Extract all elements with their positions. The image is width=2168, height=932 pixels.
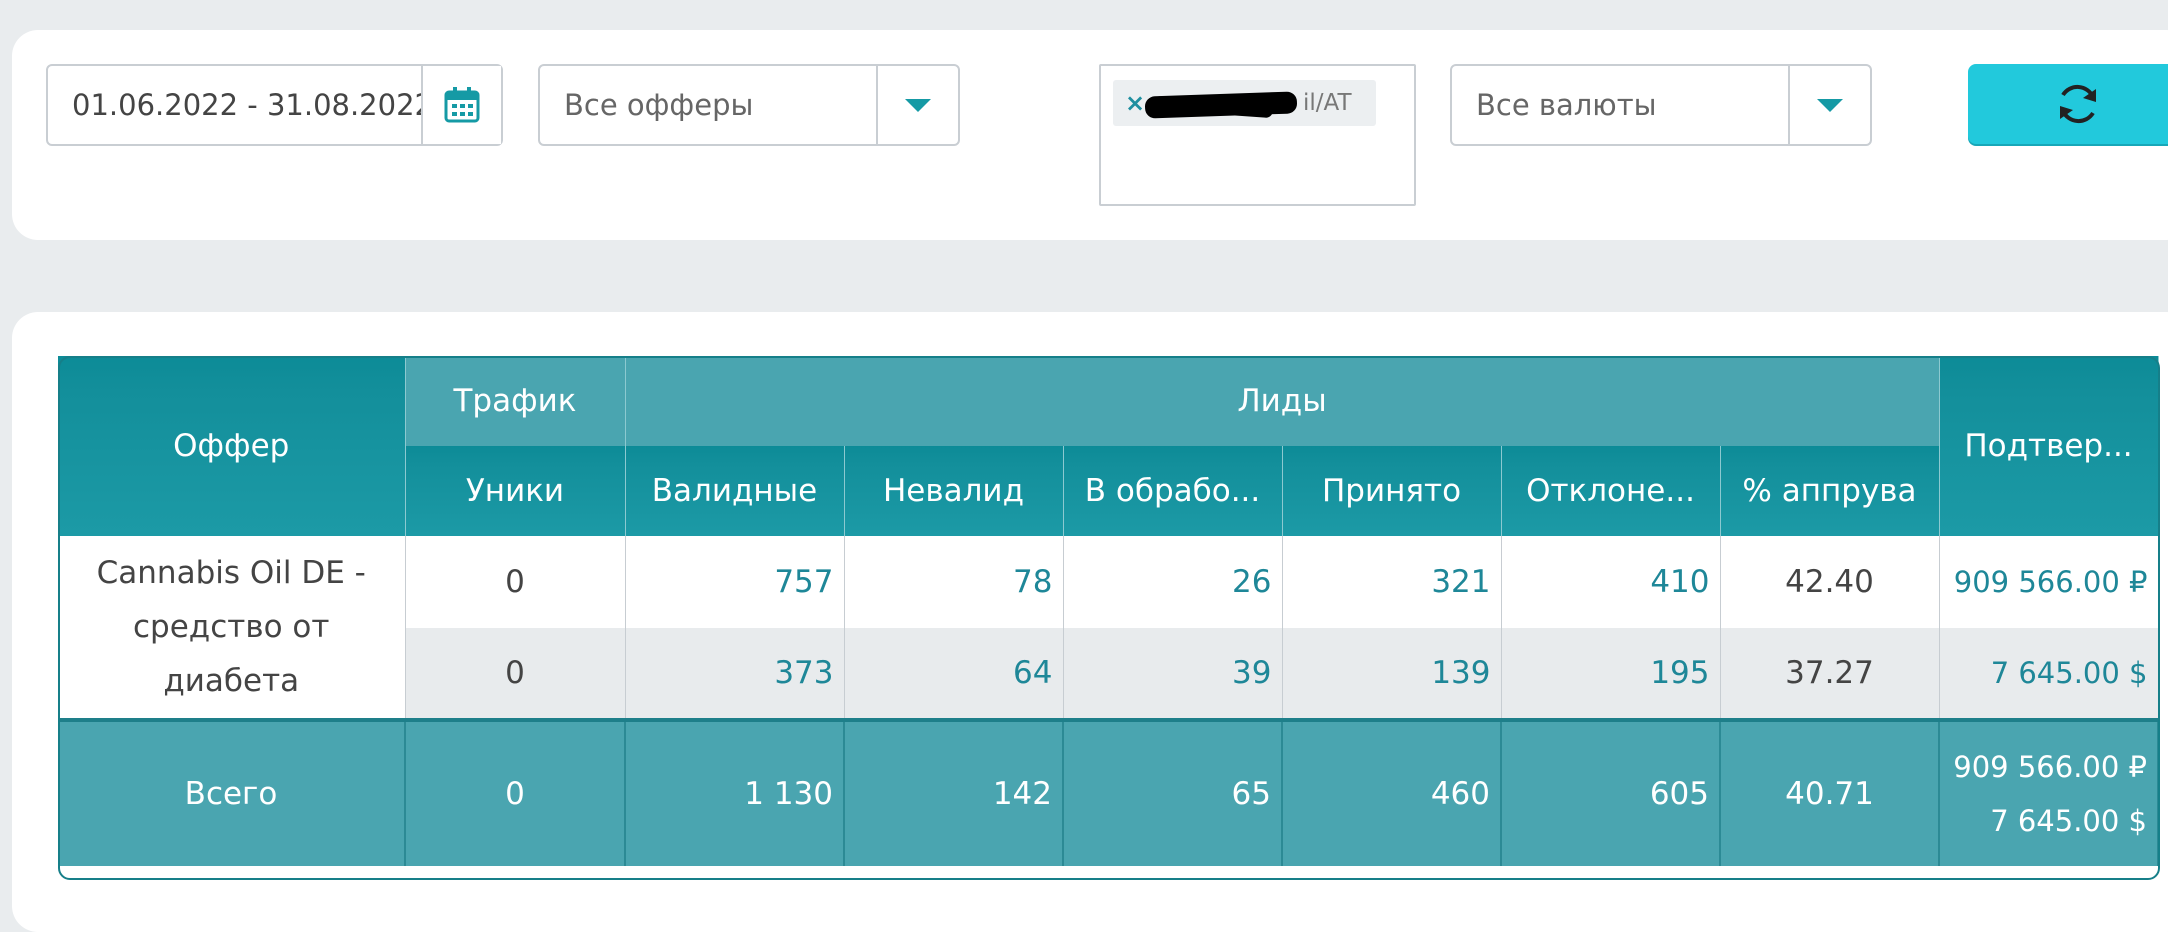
currency-select-value: Все валюты	[1476, 88, 1657, 122]
tag-remove-icon[interactable]: ×	[1125, 89, 1145, 117]
processing-cell[interactable]: 39	[1063, 628, 1283, 720]
currency-select[interactable]: Все валюты	[1450, 64, 1872, 146]
header-accepted[interactable]: Принято	[1282, 446, 1502, 536]
total-uniques: 0	[405, 718, 626, 866]
offer-name-line: Cannabis Oil DE -	[96, 555, 366, 591]
selected-offer-tag: × il/AT	[1113, 80, 1376, 126]
table-row: Cannabis Oil DE - средство от диабета 0 …	[58, 536, 2159, 720]
date-range-value: 01.06.2022 - 31.08.2022	[72, 88, 433, 122]
stats-table: Оффер Трафик Лиды Подтвер... Уники Валид…	[58, 356, 2159, 866]
chevron-down-icon[interactable]	[876, 66, 958, 144]
total-confirmed: 909 566.00 ₽ 7 645.00 $	[1939, 718, 2159, 866]
header-uniques[interactable]: Уники	[405, 446, 626, 536]
uniques-cell: 0	[405, 628, 626, 720]
total-invalid: 142	[844, 718, 1064, 866]
valid-cell[interactable]: 757	[625, 536, 845, 628]
uniques-cell: 0	[405, 536, 626, 628]
calendar-icon[interactable]	[421, 66, 501, 144]
header-group-traffic: Трафик	[405, 356, 626, 446]
chevron-down-icon[interactable]	[1788, 66, 1870, 144]
rejected-cell[interactable]: 195	[1501, 628, 1721, 720]
total-row: Всего 0 1 130 142 65 460 605 40.71 909 5…	[58, 718, 2159, 866]
invalid-cell[interactable]: 64	[844, 628, 1064, 720]
valid-cell[interactable]: 373	[625, 628, 845, 720]
tag-label: il/AT	[1303, 90, 1352, 116]
total-accepted: 460	[1282, 718, 1502, 866]
total-confirmed-rub: 909 566.00 ₽	[1953, 750, 2147, 784]
offers-select-value: Все офферы	[564, 88, 754, 122]
header-valid[interactable]: Валидные	[625, 446, 845, 536]
total-valid: 1 130	[625, 718, 845, 866]
rejected-cell[interactable]: 410	[1501, 536, 1721, 628]
date-range-field[interactable]: 01.06.2022 - 31.08.2022	[46, 64, 503, 146]
total-label: Всего	[58, 718, 406, 866]
accepted-cell[interactable]: 321	[1282, 536, 1502, 628]
approve-pct-cell: 42.40	[1720, 536, 1940, 628]
header-confirmed[interactable]: Подтвер...	[1939, 356, 2159, 536]
header-approve-pct[interactable]: % аппрува	[1720, 446, 1940, 536]
total-confirmed-usd: 7 645.00 $	[1990, 804, 2147, 838]
confirmed-cell[interactable]: 909 566.00 ₽	[1939, 536, 2159, 628]
header-offer[interactable]: Оффер	[58, 356, 406, 536]
total-rejected: 605	[1501, 718, 1721, 866]
header-invalid[interactable]: Невалид	[844, 446, 1064, 536]
refresh-icon	[2060, 84, 2096, 124]
offer-name-cell: Cannabis Oil DE - средство от диабета	[58, 536, 406, 720]
confirmed-cell[interactable]: 7 645.00 $	[1939, 628, 2159, 720]
offer-name-line: средство от диабета	[133, 609, 330, 699]
processing-cell[interactable]: 26	[1063, 536, 1283, 628]
total-processing: 65	[1063, 718, 1283, 866]
offer-tag-input[interactable]: × il/AT	[1099, 64, 1416, 206]
header-rejected[interactable]: Отклоне...	[1501, 446, 1721, 536]
approve-pct-cell: 37.27	[1720, 628, 1940, 720]
invalid-cell[interactable]: 78	[844, 536, 1064, 628]
total-approve-pct: 40.71	[1720, 718, 1940, 866]
header-processing[interactable]: В обрабо...	[1063, 446, 1283, 536]
header-group-leads: Лиды	[625, 356, 1940, 446]
offers-select[interactable]: Все офферы	[538, 64, 960, 146]
refresh-button[interactable]	[1968, 64, 2168, 144]
accepted-cell[interactable]: 139	[1282, 628, 1502, 720]
